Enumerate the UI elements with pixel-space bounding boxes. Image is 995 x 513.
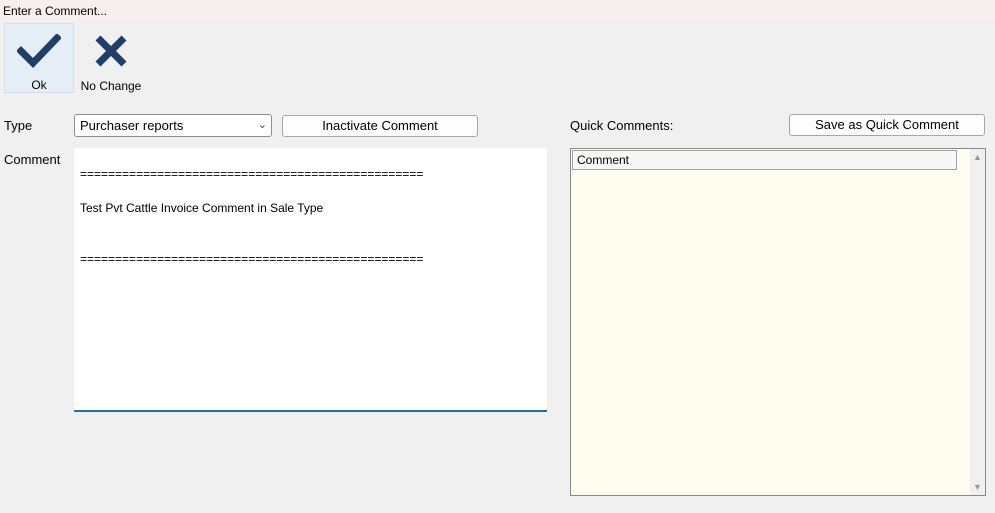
type-label: Type [4, 118, 33, 133]
close-icon [93, 31, 129, 71]
save-as-quick-comment-button[interactable]: Save as Quick Comment [789, 114, 985, 136]
scroll-down-icon[interactable]: ▼ [970, 482, 985, 492]
no-change-button[interactable]: No Change [78, 23, 144, 93]
type-select[interactable]: Purchaser reports ⌄ [74, 114, 272, 137]
scroll-up-icon[interactable]: ▲ [970, 152, 985, 162]
type-select-value: Purchaser reports [80, 118, 184, 133]
grid-vertical-scrollbar[interactable]: ▲ ▼ [970, 149, 985, 495]
comment-label: Comment [4, 152, 61, 167]
grid-column-header-comment[interactable]: Comment [572, 150, 957, 170]
comment-textarea[interactable]: ========================================… [74, 148, 547, 412]
window-title: Enter a Comment... [0, 0, 995, 22]
checkmark-icon [17, 32, 61, 70]
no-change-button-label: No Change [80, 79, 142, 93]
ok-button[interactable]: Ok [4, 23, 74, 93]
inactivate-comment-button[interactable]: Inactivate Comment [282, 115, 478, 137]
chevron-down-icon: ⌄ [257, 119, 267, 131]
quick-comments-grid[interactable]: Comment ▲ ▼ [570, 148, 986, 496]
quick-comments-label: Quick Comments: [570, 118, 674, 133]
ok-button-label: Ok [31, 78, 47, 92]
